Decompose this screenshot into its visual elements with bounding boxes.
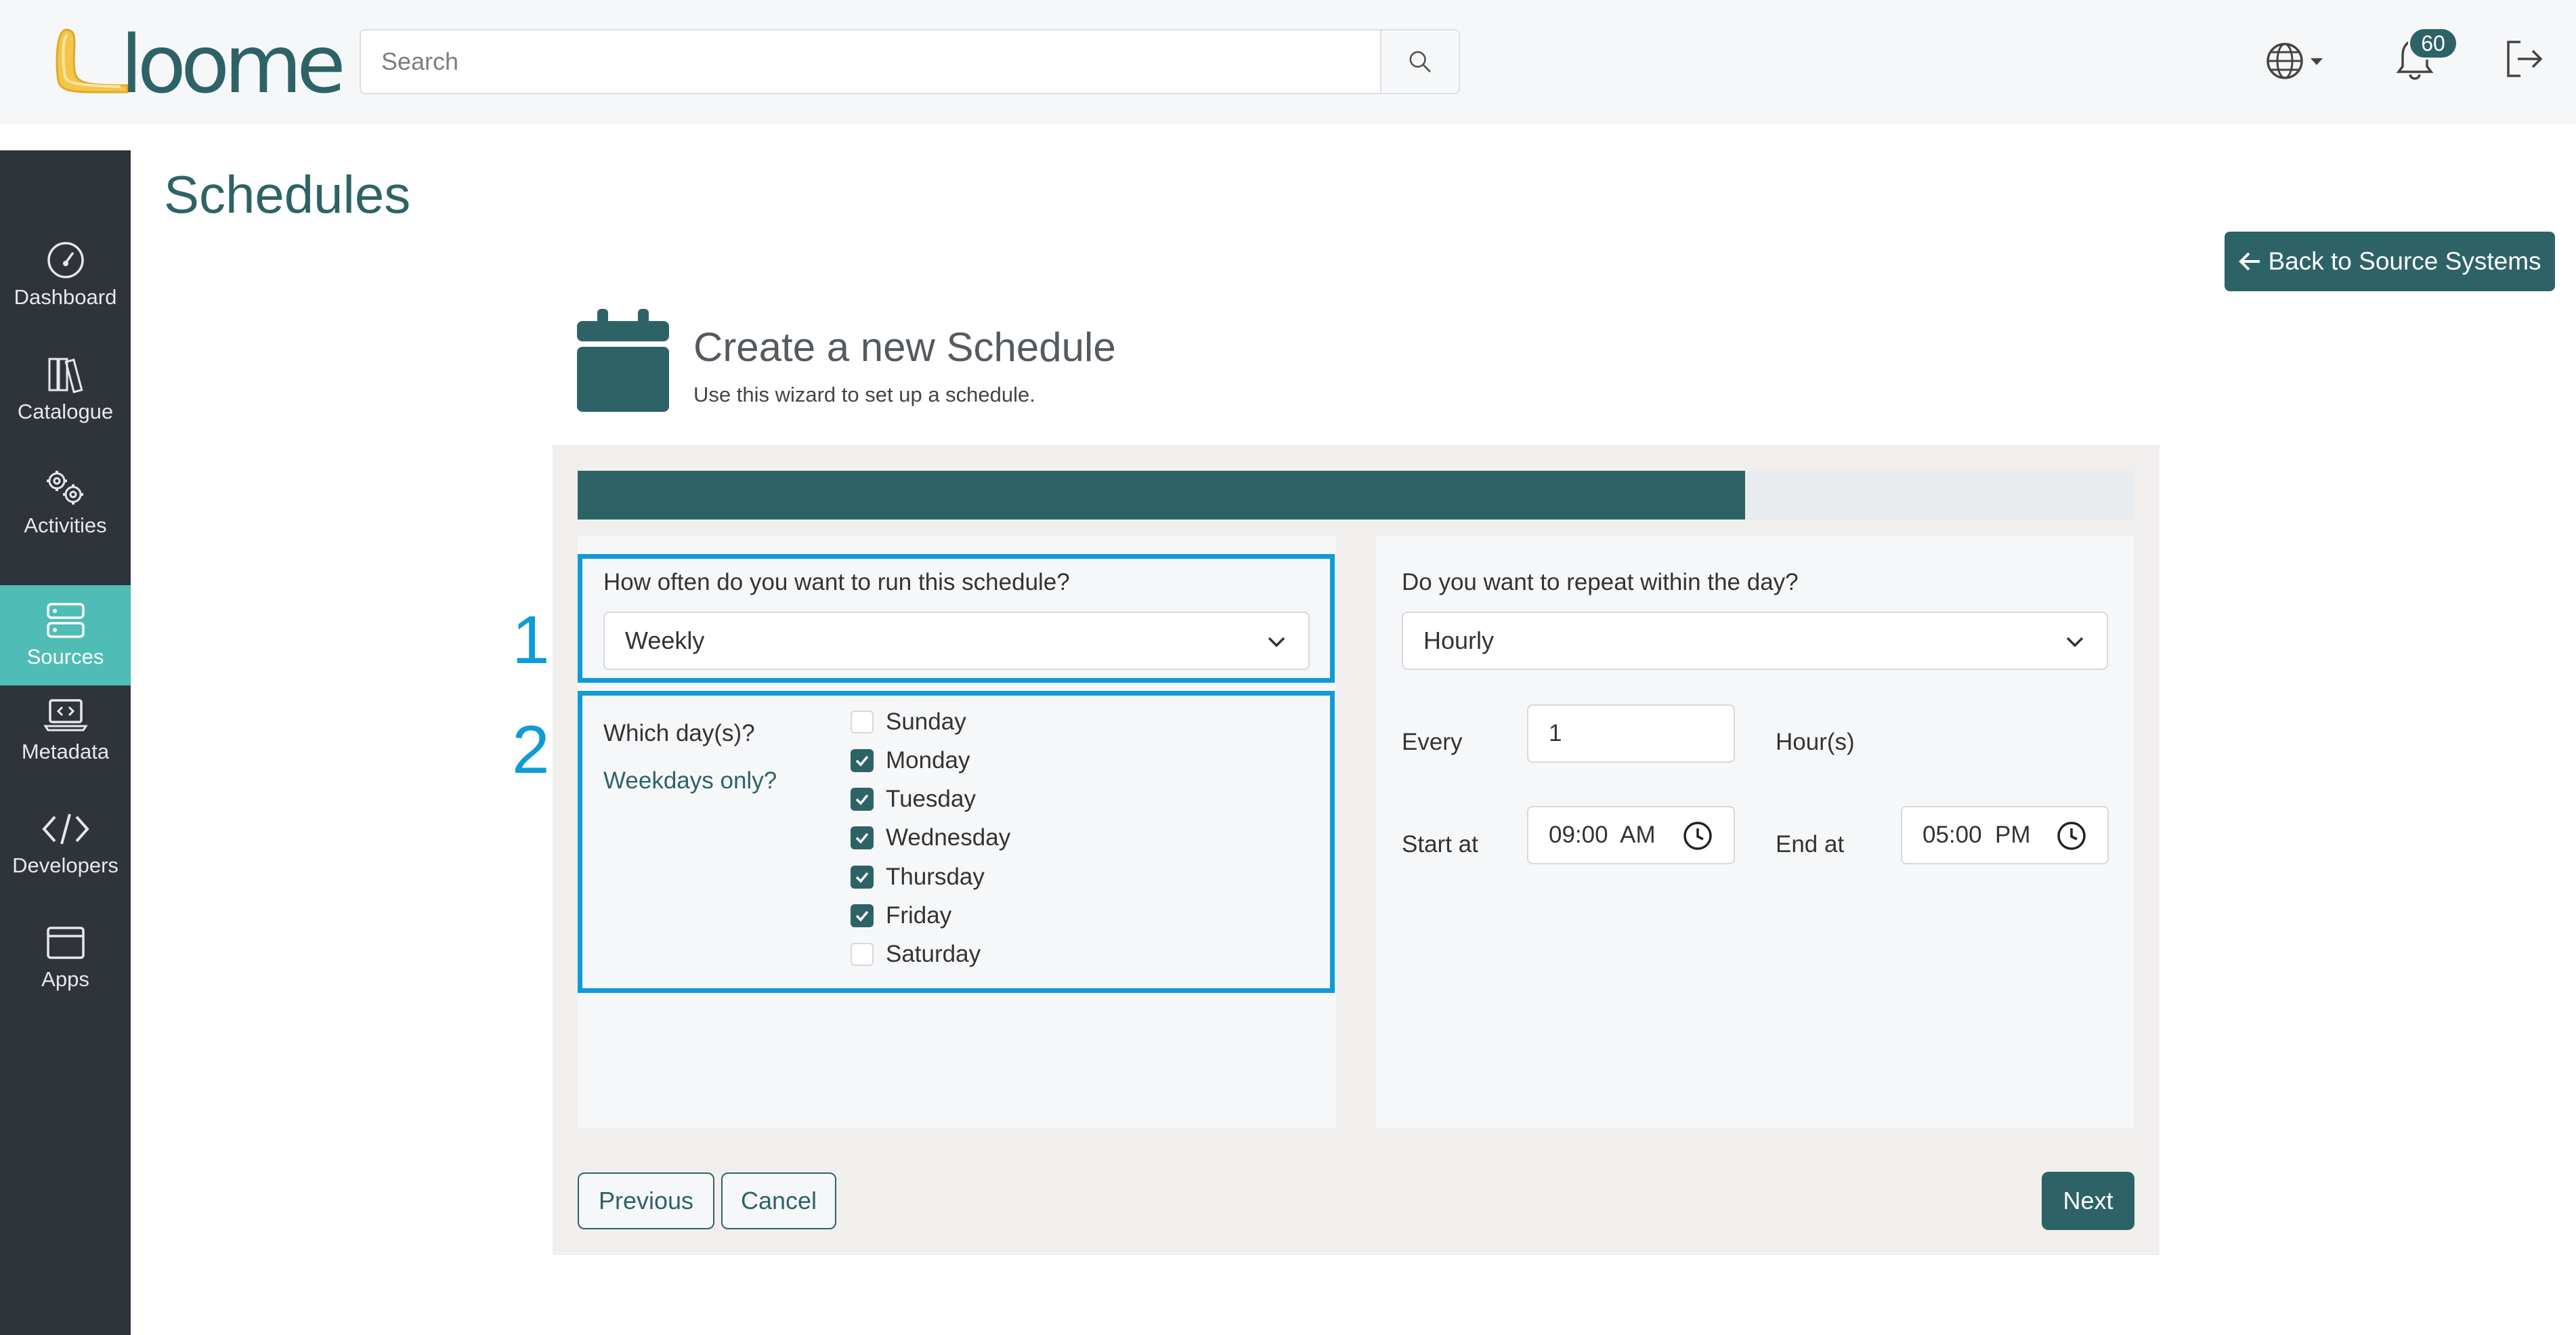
gears-icon [46, 471, 83, 505]
repeat-question: Do you want to repeat within the day? [1402, 569, 1799, 595]
clock-icon[interactable] [2056, 820, 2087, 851]
day-label: Tuesday [886, 786, 976, 812]
annotation-number-2: 2 [512, 712, 550, 788]
top-bar: loome 60 [0, 0, 2576, 124]
checkbox[interactable] [851, 788, 874, 811]
logo-text: loome [121, 18, 346, 111]
day-label: Monday [886, 747, 970, 774]
wizard-progress-bar [578, 471, 2134, 520]
notification-count-badge: 60 [2408, 27, 2458, 60]
end-time-value: 05:00 PM [1923, 822, 2031, 848]
code-icon [41, 813, 89, 845]
start-at-label: Start at [1402, 831, 1478, 857]
gauge-icon [47, 242, 84, 278]
day-label: Friday [886, 902, 952, 929]
checkbox[interactable] [851, 749, 874, 772]
hours-unit-label: Hour(s) [1776, 729, 1855, 755]
sidebar: Dashboard Catalogue Activities Sources M… [0, 150, 131, 1335]
checkbox[interactable] [851, 826, 874, 849]
day-checkbox-saturday[interactable]: Saturday [851, 941, 981, 968]
sidebar-item-label: Activities [24, 513, 107, 537]
next-button[interactable]: Next [2042, 1172, 2134, 1230]
window-icon [46, 927, 85, 959]
sidebar-item-developers[interactable]: Developers [0, 794, 131, 894]
checkbox[interactable] [851, 943, 874, 966]
calendar-icon [577, 309, 669, 415]
search-input[interactable] [361, 30, 1380, 93]
frequency-select[interactable]: Weekly [603, 612, 1310, 670]
sidebar-item-apps[interactable]: Apps [0, 908, 131, 1008]
end-at-label: End at [1776, 831, 1845, 857]
day-checkbox-thursday[interactable]: Thursday [851, 864, 985, 891]
sidebar-item-label: Catalogue [17, 400, 114, 423]
check-icon [855, 794, 869, 805]
sidebar-item-sources[interactable]: Sources [0, 585, 131, 685]
sidebar-item-label: Metadata [21, 740, 110, 763]
days-question: Which day(s)? [603, 720, 755, 746]
arrow-left-icon [2239, 252, 2260, 271]
progress-fill [578, 471, 1745, 520]
search-button[interactable] [1380, 30, 1459, 93]
day-label: Wednesday [886, 824, 1011, 851]
every-label: Every [1402, 729, 1463, 755]
annotation-number-1: 1 [512, 602, 550, 678]
repeat-select[interactable]: Hourly [1402, 612, 2108, 670]
sidebar-item-label: Dashboard [14, 285, 117, 309]
check-icon [855, 872, 869, 883]
back-to-source-systems-button[interactable]: Back to Source Systems [2225, 232, 2555, 291]
check-icon [855, 910, 869, 922]
day-checkbox-monday[interactable]: Monday [851, 747, 970, 774]
every-value: 1 [1549, 720, 1562, 746]
frequency-selected-value: Weekly [625, 627, 705, 654]
sidebar-item-catalogue[interactable]: Catalogue [0, 339, 131, 439]
globe-icon [2267, 43, 2323, 79]
wizard-subtitle: Use this wizard to set up a schedule. [693, 383, 1035, 406]
cancel-button[interactable]: Cancel [721, 1172, 836, 1229]
search-icon [1409, 51, 1431, 72]
chevron-down-icon [1268, 637, 1285, 648]
language-selector[interactable] [2266, 35, 2327, 93]
laptop-code-icon [43, 699, 88, 732]
checkbox[interactable] [851, 904, 874, 927]
clock-icon[interactable] [1682, 820, 1713, 851]
previous-button[interactable]: Previous [578, 1172, 714, 1229]
weekdays-only-link[interactable]: Weekdays only? [603, 767, 777, 794]
day-checkbox-sunday[interactable]: Sunday [851, 708, 966, 736]
sidebar-item-dashboard[interactable]: Dashboard [0, 225, 131, 325]
sidebar-item-label: Developers [12, 853, 119, 877]
checkbox[interactable] [851, 711, 874, 734]
caret-down-icon [2311, 58, 2323, 65]
start-time-value: 09:00 AM [1549, 822, 1656, 848]
end-time-input[interactable]: 05:00 PM [1901, 806, 2109, 864]
sidebar-item-metadata[interactable]: Metadata [0, 680, 131, 780]
day-checkbox-friday[interactable]: Friday [851, 902, 951, 929]
start-time-input[interactable]: 09:00 AM [1527, 806, 1735, 864]
check-icon [855, 755, 869, 767]
wizard-title: Create a new Schedule [693, 324, 1116, 370]
logout-button[interactable] [2503, 35, 2546, 86]
day-checkbox-wednesday[interactable]: Wednesday [851, 824, 1010, 851]
day-label: Sunday [886, 708, 966, 735]
loome-logo[interactable]: loome [53, 18, 346, 111]
sidebar-item-activities[interactable]: Activities [0, 452, 131, 553]
day-label: Saturday [886, 941, 981, 967]
day-checkbox-tuesday[interactable]: Tuesday [851, 786, 976, 813]
repeat-selected-value: Hourly [1423, 627, 1495, 654]
search-bar [360, 29, 1460, 94]
sidebar-item-label: Apps [41, 967, 89, 991]
server-icon [46, 603, 85, 638]
back-button-label: Back to Source Systems [2268, 247, 2541, 275]
checkbox[interactable] [851, 866, 874, 889]
logout-icon [2507, 41, 2543, 77]
sidebar-item-label: Sources [26, 645, 104, 669]
day-label: Thursday [886, 864, 985, 890]
check-icon [855, 832, 869, 844]
chevron-down-icon [2066, 637, 2084, 648]
books-icon [48, 358, 83, 394]
page-title: Schedules [164, 165, 411, 224]
every-input[interactable]: 1 [1527, 704, 1735, 763]
frequency-question: How often do you want to run this schedu… [603, 569, 1070, 595]
